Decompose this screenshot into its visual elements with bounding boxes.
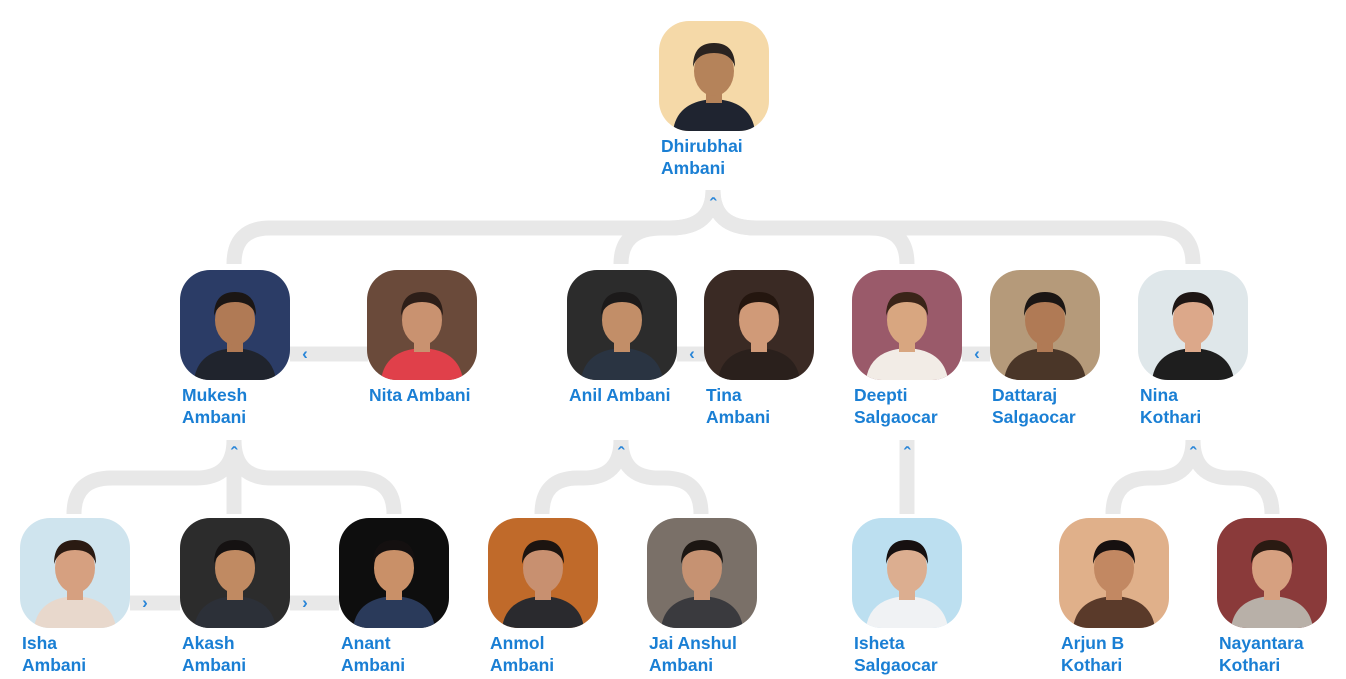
person-portrait-icon[interactable] [659,21,769,131]
person-name[interactable]: Jai Anshul Ambani [649,632,759,676]
sibling-chevron-right-icon[interactable]: › [297,594,313,611]
person-name[interactable]: Nayantara Kothari [1219,632,1319,676]
person-portrait-icon[interactable] [367,270,477,380]
person-name[interactable]: Anil Ambani [569,384,719,406]
person-name[interactable]: Arjun B Kothari [1061,632,1141,676]
person-portrait-icon[interactable] [20,518,130,628]
person-portrait-icon[interactable] [180,518,290,628]
person-portrait-icon[interactable] [1138,270,1248,380]
person-name[interactable]: Isha Ambani [22,632,102,676]
person-portrait-icon[interactable] [990,270,1100,380]
person-portrait-icon[interactable] [852,518,962,628]
person-portrait-icon[interactable] [704,270,814,380]
person-portrait-icon[interactable] [1217,518,1327,628]
person-name[interactable]: Anant Ambani [341,632,421,676]
person-name[interactable]: Dhirubhai Ambani [661,135,761,179]
person-portrait-icon[interactable] [567,270,677,380]
collapse-children-chevron-icon[interactable]: ˆ [226,446,242,465]
person-name[interactable]: Dattaraj Salgaocar [992,384,1092,428]
person-portrait-icon[interactable] [488,518,598,628]
person-name[interactable]: Nita Ambani [369,384,519,406]
collapse-children-chevron-icon[interactable]: ˆ [613,446,629,465]
person-portrait-icon[interactable] [180,270,290,380]
collapse-children-chevron-icon[interactable]: ˆ [1185,446,1201,465]
person-name[interactable]: Isheta Salgaocar [854,632,954,676]
person-portrait-icon[interactable] [647,518,757,628]
person-name[interactable]: Akash Ambani [182,632,262,676]
person-name[interactable]: Tina Ambani [706,384,786,428]
collapse-children-chevron-icon[interactable]: ˆ [705,197,721,216]
person-name[interactable]: Nina Kothari [1140,384,1220,428]
person-portrait-icon[interactable] [1059,518,1169,628]
collapse-children-chevron-icon[interactable]: ˆ [899,446,915,465]
spouse-chevron-left-icon[interactable]: ‹ [684,345,700,362]
spouse-chevron-left-icon[interactable]: ‹ [297,345,313,362]
person-name[interactable]: Mukesh Ambani [182,384,282,428]
person-portrait-icon[interactable] [852,270,962,380]
spouse-chevron-left-icon[interactable]: ‹ [969,345,985,362]
person-name[interactable]: Anmol Ambani [490,632,570,676]
sibling-chevron-right-icon[interactable]: › [137,594,153,611]
person-portrait-icon[interactable] [339,518,449,628]
person-name[interactable]: Deepti Salgaocar [854,384,954,428]
